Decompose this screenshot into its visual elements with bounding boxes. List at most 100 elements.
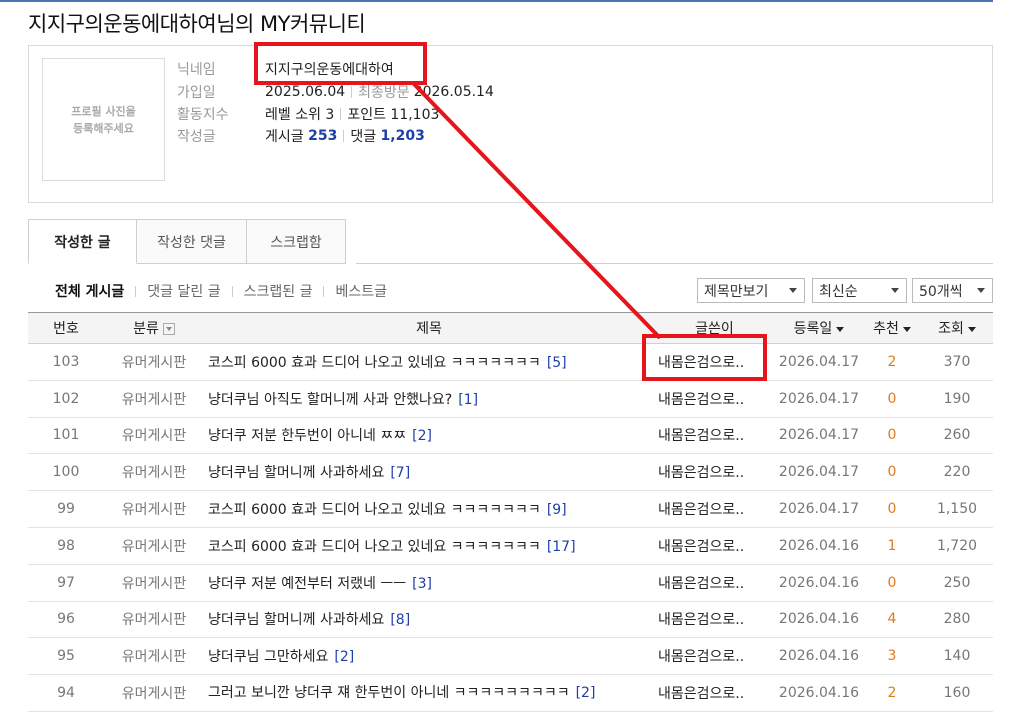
post-table: 번호 분류 제목 글쓴이 등록일 추천 조회 103 유머게시판 코스피 600…: [28, 312, 993, 712]
comment-count[interactable]: [7]: [390, 465, 410, 481]
comment-count[interactable]: [2]: [334, 649, 354, 665]
comment-count[interactable]: [9]: [547, 502, 567, 518]
page-size-select[interactable]: 50개씩: [912, 278, 993, 303]
tab-bar: 작성한 글 작성한 댓글 스크랩함: [28, 219, 346, 264]
row-recommend: 4: [887, 611, 897, 628]
row-author[interactable]: 내몸은검으로..: [654, 564, 775, 601]
nickname-label: 닉네임: [177, 62, 216, 78]
row-category[interactable]: 유머게시판: [104, 675, 204, 712]
divider: [135, 285, 137, 297]
table-row: 97 유머게시판 냥더쿠 저분 예전부터 저랬네 ㅡㅡ [3] 내몸은검으로.. …: [28, 564, 993, 602]
row-author[interactable]: 내몸은검으로..: [654, 527, 775, 564]
table-row: 99 유머게시판 코스피 6000 효과 드디어 나오고 있네요 ㅋㅋㅋㅋㅋㅋㅋ…: [28, 491, 993, 528]
tab-scraps[interactable]: 스크랩함: [247, 219, 346, 264]
table-row: 98 유머게시판 코스피 6000 효과 드디어 나오고 있네요 ㅋㅋㅋㅋㅋㅋㅋ…: [28, 527, 993, 565]
row-views: 140: [943, 648, 971, 665]
view-mode-select[interactable]: 제목만보기: [697, 278, 805, 303]
header-recommend[interactable]: 추천: [863, 313, 921, 344]
sort-select[interactable]: 최신순: [812, 278, 907, 303]
row-recommend: 0: [887, 574, 897, 591]
comment-count[interactable]: [17]: [547, 539, 576, 555]
row-category[interactable]: 유머게시판: [104, 564, 204, 601]
comment-count[interactable]: [8]: [390, 612, 410, 628]
row-views: 190: [943, 390, 971, 407]
row-title[interactable]: 코스피 6000 효과 드디어 나오고 있네요 ㅋㅋㅋㅋㅋㅋㅋ [17]: [204, 527, 654, 564]
table-header: 번호 분류 제목 글쓴이 등록일 추천 조회: [28, 312, 993, 344]
posts-text: 게시글: [265, 129, 304, 145]
level-value: 레벨 소위 3: [265, 107, 335, 123]
header-category[interactable]: 분류: [104, 313, 204, 344]
row-author[interactable]: 내몸은검으로..: [654, 380, 775, 417]
comment-count[interactable]: [1]: [458, 392, 478, 408]
chevron-down-icon: [977, 288, 985, 293]
sort-down-icon: [836, 326, 845, 332]
row-author[interactable]: 내몸은검으로..: [654, 675, 775, 712]
divider: [340, 108, 342, 120]
activity-row: 활동지수 레벨 소위 3 포인트 11,103: [177, 103, 439, 125]
row-author[interactable]: 내몸은검으로..: [654, 601, 775, 638]
divider: [343, 130, 345, 142]
row-date: 2026.04.16: [778, 537, 860, 554]
table-row: 103 유머게시판 코스피 6000 효과 드디어 나오고 있네요 ㅋㅋㅋㅋㅋㅋ…: [28, 344, 993, 381]
row-category[interactable]: 유머게시판: [104, 344, 204, 381]
subnav-all-posts[interactable]: 전체 게시글: [55, 281, 124, 301]
row-title[interactable]: 냥더쿠 저분 한두번이 아니네 ㅉㅉ [2]: [204, 417, 654, 454]
comment-count[interactable]: [3]: [412, 576, 432, 592]
row-title[interactable]: 냥더쿠님 할머니께 사과하세요 [7]: [204, 454, 654, 491]
row-category[interactable]: 유머게시판: [104, 380, 204, 417]
annotation-box-nickname: [254, 42, 427, 85]
row-views: 1,150: [936, 501, 978, 518]
row-date: 2026.04.17: [778, 464, 860, 481]
row-title[interactable]: 코스피 6000 효과 드디어 나오고 있네요 ㅋㅋㅋㅋㅋㅋㅋ [9]: [204, 491, 654, 528]
row-author[interactable]: 내몸은검으로..: [654, 417, 775, 454]
row-title[interactable]: 냥더쿠님 아직도 할머니께 사과 안했나요? [1]: [204, 380, 654, 417]
row-num: 97: [57, 574, 75, 591]
tab-written-posts[interactable]: 작성한 글: [28, 219, 137, 264]
table-row: 102 유머게시판 냥더쿠님 아직도 할머니께 사과 안했나요? [1] 내몸은검…: [28, 380, 993, 418]
row-category[interactable]: 유머게시판: [104, 491, 204, 528]
header-views[interactable]: 조회: [921, 313, 993, 344]
comment-count[interactable]: [2]: [412, 428, 432, 444]
row-title[interactable]: 코스피 6000 효과 드디어 나오고 있네요 ㅋㅋㅋㅋㅋㅋㅋ [5]: [204, 344, 654, 381]
profile-photo-placeholder[interactable]: 프로필 사진을 등록해주세요: [42, 58, 165, 181]
row-title[interactable]: 그러고 보니깐 냥더쿠 쟤 한두번이 아니네 ㅋㅋㅋㅋㅋㅋㅋㅋㅋ [2]: [204, 675, 654, 712]
row-num: 100: [52, 464, 80, 481]
comment-count[interactable]: [2]: [576, 685, 596, 701]
row-category[interactable]: 유머게시판: [104, 601, 204, 638]
row-title[interactable]: 냥더쿠님 그만하세요 [2]: [204, 638, 654, 675]
row-num: 101: [52, 427, 80, 444]
row-category[interactable]: 유머게시판: [104, 454, 204, 491]
subnav-commented-posts[interactable]: 댓글 달린 글: [147, 281, 220, 301]
last-visit-value: 2026.05.14: [413, 84, 494, 100]
row-title[interactable]: 냥더쿠님 할머니께 사과하세요 [8]: [204, 601, 654, 638]
posts-count[interactable]: 253: [308, 128, 337, 144]
row-category[interactable]: 유머게시판: [104, 417, 204, 454]
row-recommend: 0: [887, 390, 897, 407]
sort-down-icon: [967, 326, 976, 332]
header-date[interactable]: 등록일: [775, 313, 863, 344]
posts-row: 작성글 게시글 253 댓글 1,203: [177, 125, 425, 147]
comments-count[interactable]: 1,203: [381, 128, 425, 144]
posts-label: 작성글: [177, 129, 216, 145]
table-row: 94 유머게시판 그러고 보니깐 냥더쿠 쟤 한두번이 아니네 ㅋㅋㅋㅋㅋㅋㅋㅋ…: [28, 675, 993, 712]
row-num: 94: [57, 685, 75, 702]
photo-placeholder-text: 프로필 사진을 등록해주세요: [71, 104, 136, 135]
top-rule: [0, 0, 993, 2]
row-author[interactable]: 내몸은검으로..: [654, 638, 775, 675]
row-date: 2026.04.17: [778, 390, 860, 407]
filter-dropdown-icon[interactable]: [162, 323, 175, 335]
row-date: 2026.04.17: [778, 353, 860, 370]
comment-count[interactable]: [5]: [547, 355, 567, 371]
points-value: 포인트 11,103: [347, 107, 440, 123]
row-category[interactable]: 유머게시판: [104, 527, 204, 564]
table-row: 95 유머게시판 냥더쿠님 그만하세요 [2] 내몸은검으로.. 2026.04.…: [28, 638, 993, 675]
tab-written-comments[interactable]: 작성한 댓글: [137, 219, 247, 264]
header-num: 번호: [53, 321, 79, 337]
row-author[interactable]: 내몸은검으로..: [654, 491, 775, 528]
row-category[interactable]: 유머게시판: [104, 638, 204, 675]
row-title[interactable]: 냥더쿠 저분 예전부터 저랬네 ㅡㅡ [3]: [204, 564, 654, 601]
subnav-best-posts[interactable]: 베스트글: [335, 281, 387, 301]
row-views: 160: [943, 685, 971, 702]
subnav-scrapped-posts[interactable]: 스크랩된 글: [244, 281, 313, 301]
row-author[interactable]: 내몸은검으로..: [654, 454, 775, 491]
